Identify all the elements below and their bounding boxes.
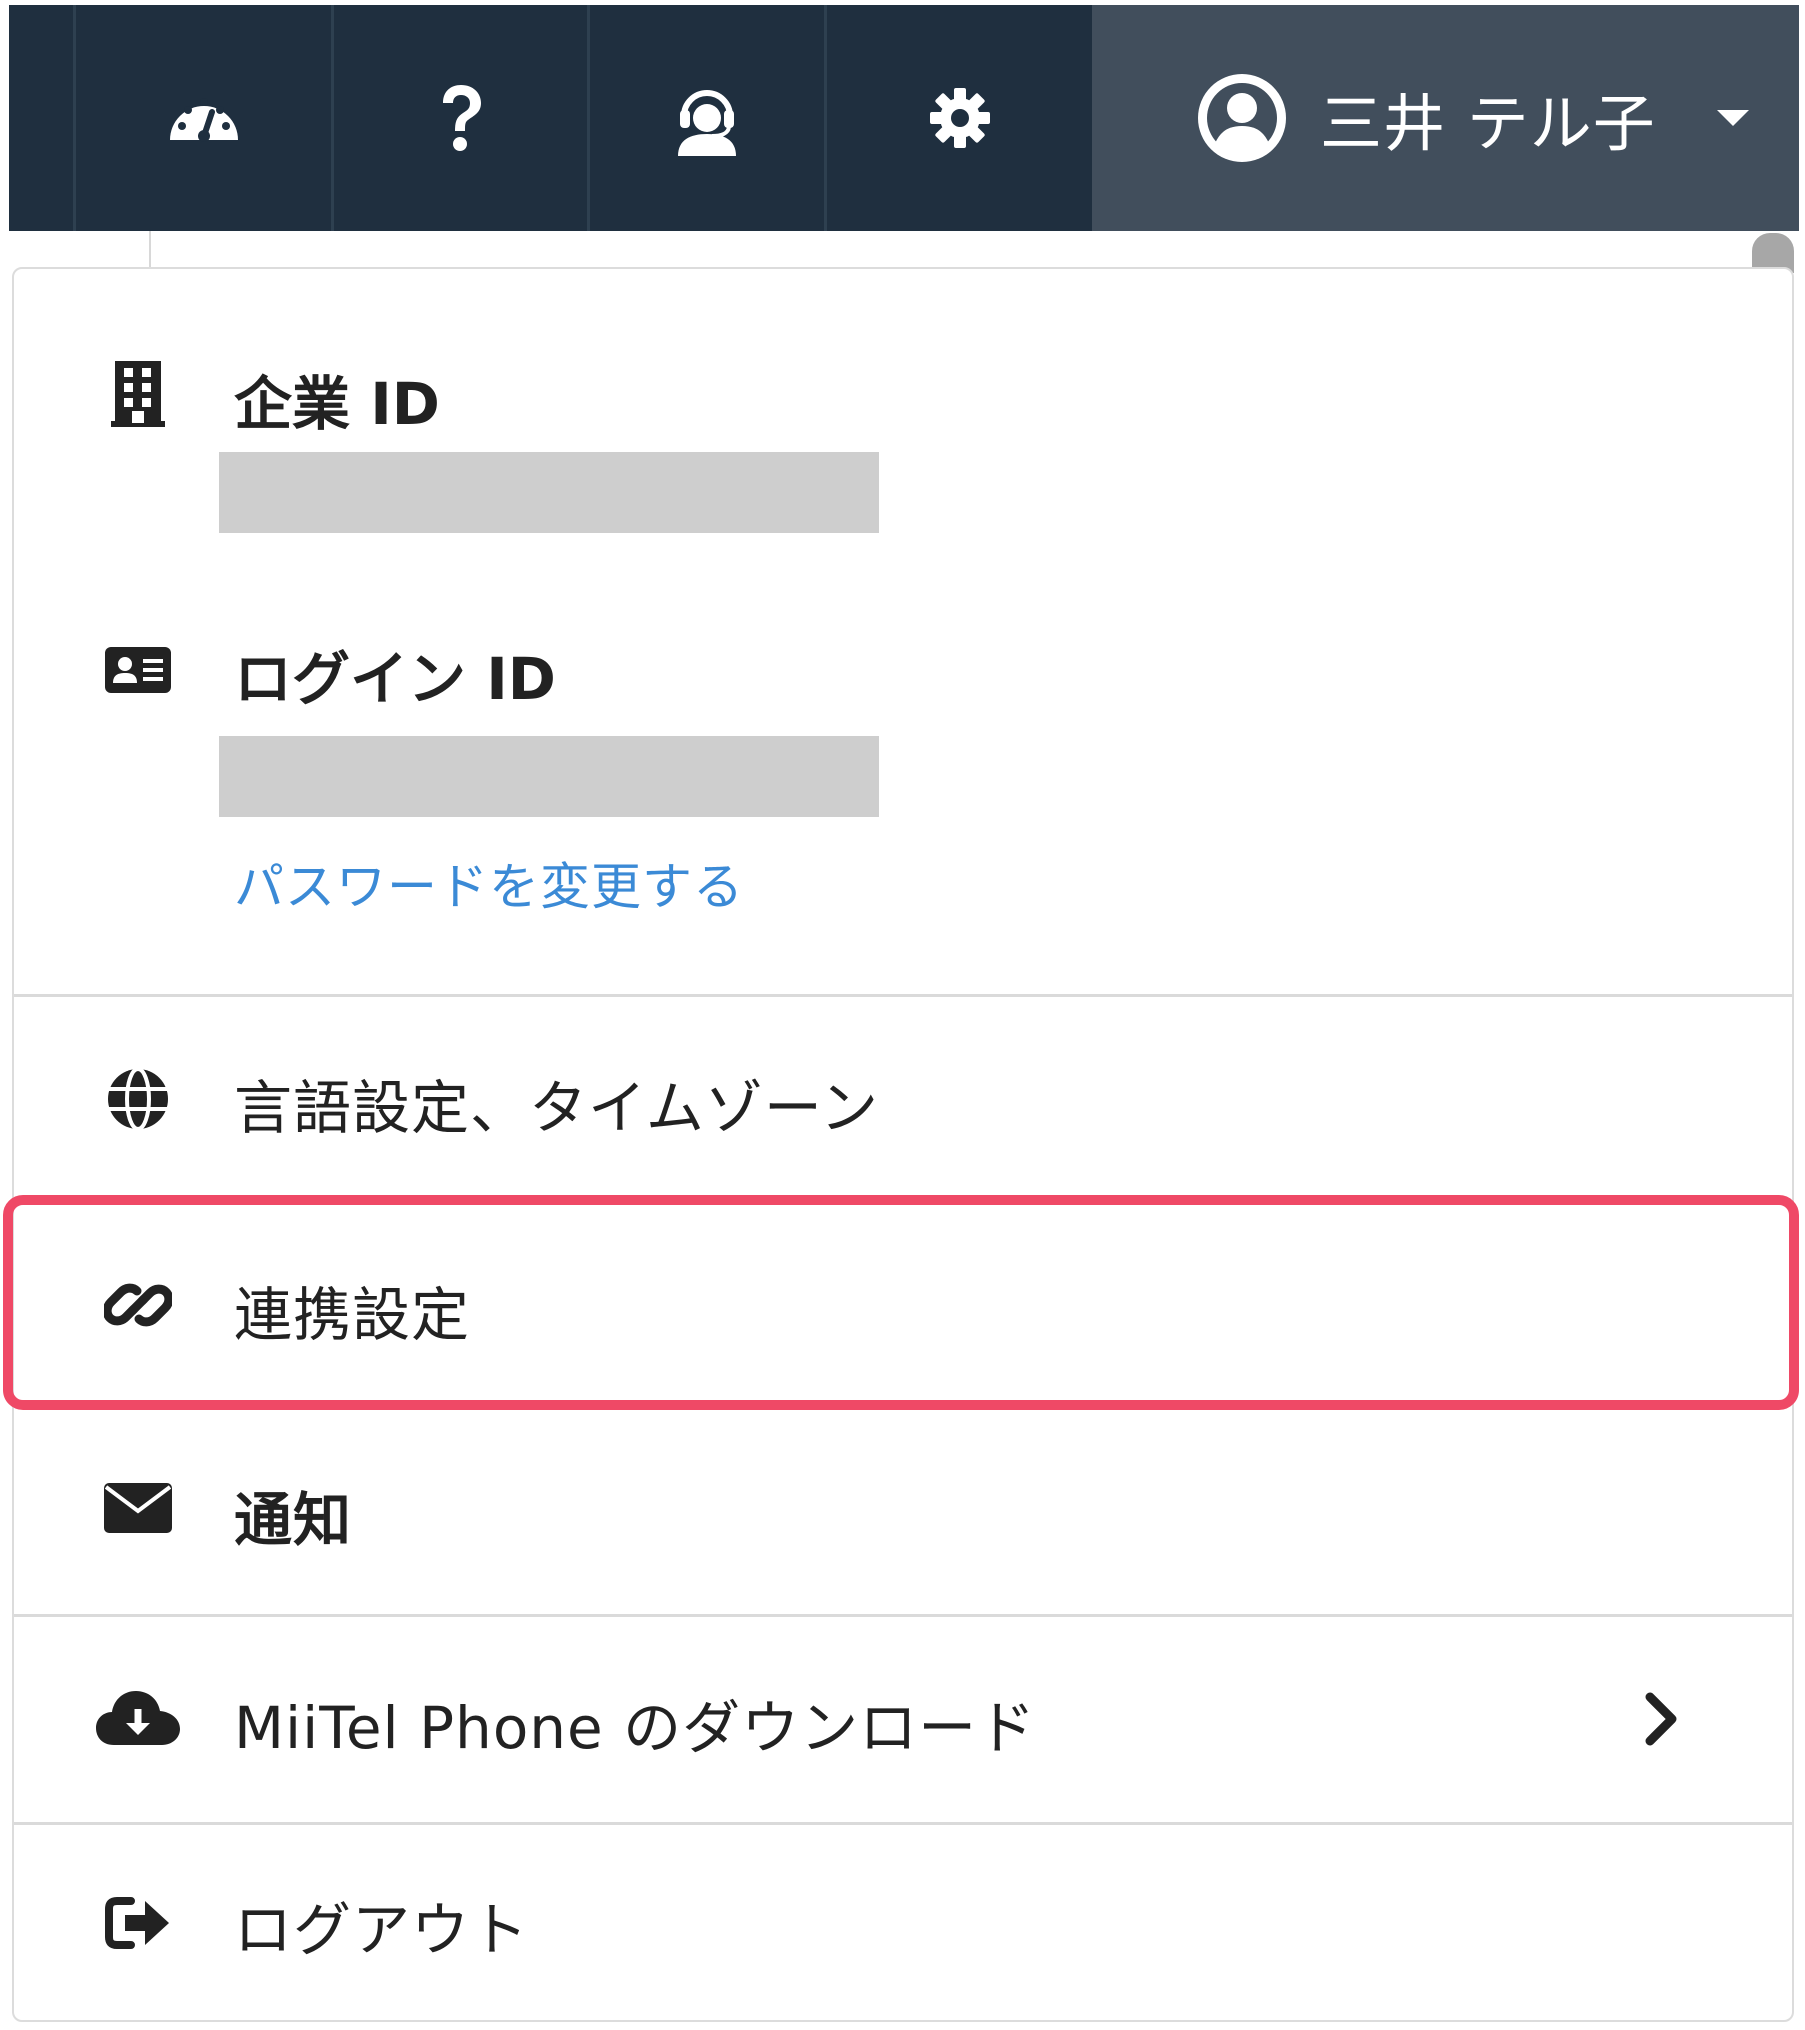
chevron-right-icon	[1644, 1691, 1680, 1747]
support-headset-icon	[672, 80, 742, 156]
building-icon	[88, 359, 188, 429]
menu-item-language-timezone[interactable]: 言語設定、タイムゾーン	[14, 997, 1792, 1202]
settings-button[interactable]	[824, 5, 1092, 231]
menu-item-label: 言語設定、タイムゾーン	[234, 1074, 879, 1142]
link-icon	[88, 1270, 188, 1340]
menu-item-miitel-phone-download[interactable]: MiiTel Phone のダウンロード	[14, 1617, 1792, 1822]
menu-item-logout[interactable]: ログアウト	[14, 1825, 1792, 2020]
menu-item-label: 通知	[234, 1486, 353, 1554]
dashboard-gauge-icon	[166, 88, 242, 148]
login-id-label: ログイン ID	[234, 645, 556, 713]
top-navigation-bar: 三井 テル子	[9, 5, 1799, 231]
menu-item-label: MiiTel Phone のダウンロード	[234, 1694, 1037, 1762]
user-circle-icon	[1194, 70, 1290, 166]
caret-down-icon	[1716, 108, 1750, 128]
user-account-menu[interactable]: 三井 テル子	[1092, 5, 1799, 231]
user-dropdown-menu: 企業 ID ログイン ID パスワードを変更する 言語設定、タイムゾーン 連携設…	[12, 267, 1794, 2022]
company-id-label: 企業 ID	[234, 370, 440, 438]
cloud-download-icon	[88, 1685, 188, 1749]
divider	[149, 231, 151, 267]
change-password-link[interactable]: パスワードを変更する	[234, 847, 744, 919]
support-button[interactable]	[587, 5, 824, 231]
menu-item-label: ログアウト	[234, 1896, 530, 1964]
help-button[interactable]	[331, 5, 587, 231]
settings-gear-icon	[928, 86, 992, 150]
sign-out-icon	[88, 1893, 188, 1953]
envelope-icon	[88, 1481, 188, 1535]
menu-item-notifications[interactable]: 通知	[14, 1409, 1792, 1614]
globe-icon	[88, 1067, 188, 1131]
help-question-icon	[437, 83, 485, 153]
page-background-strip	[9, 231, 1799, 267]
login-id-value-redacted	[219, 736, 879, 817]
menu-item-integration-settings[interactable]: 連携設定	[14, 1204, 1792, 1409]
menu-item-label: 連携設定	[234, 1281, 471, 1349]
company-id-value-redacted	[219, 452, 879, 533]
dashboard-button[interactable]	[73, 5, 331, 231]
id-card-icon	[88, 635, 188, 705]
user-name: 三井 テル子	[1320, 87, 1656, 160]
